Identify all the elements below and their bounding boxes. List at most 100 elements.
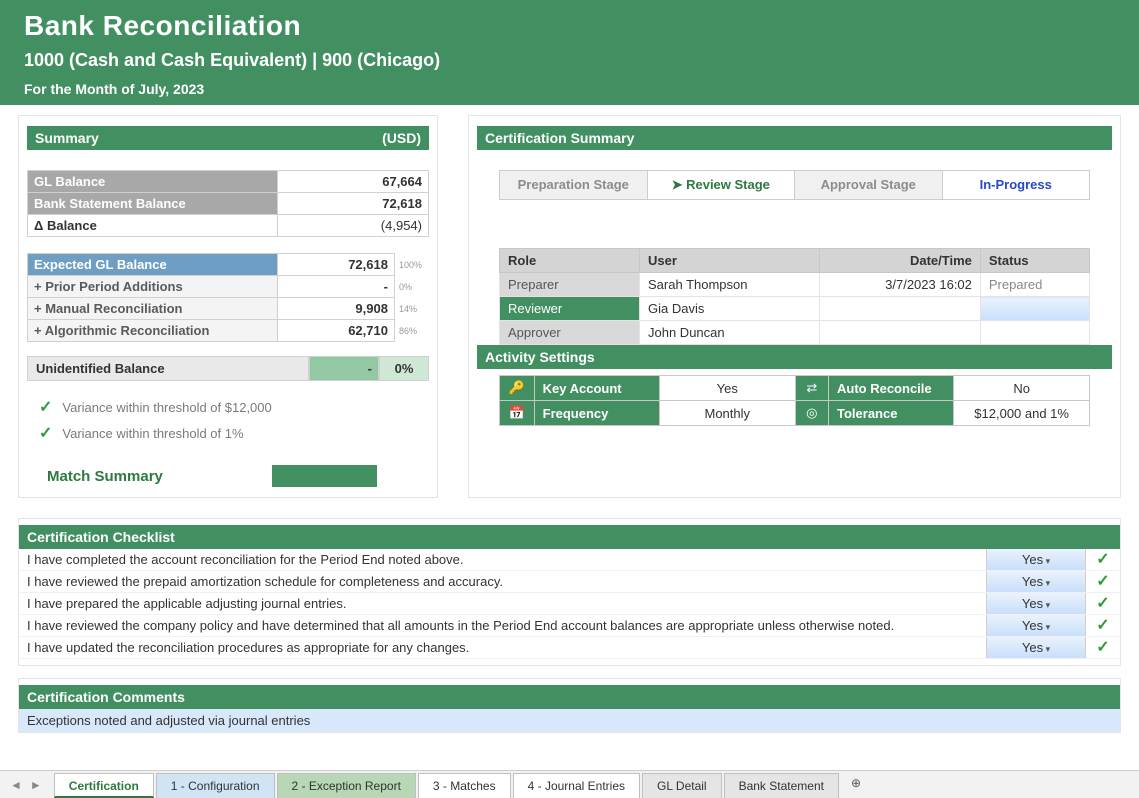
auto-reconcile-value: No <box>954 376 1090 401</box>
cert-summary-heading-text: Certification Summary <box>485 130 634 146</box>
status-approver <box>980 321 1089 345</box>
checklist-row: I have updated the reconciliation proced… <box>19 637 1120 659</box>
delta-label: Δ Balance <box>28 215 278 237</box>
summary-currency: (USD) <box>382 130 421 146</box>
comments-heading: Certification Comments <box>19 685 1120 709</box>
stage-preparation[interactable]: Preparation Stage <box>500 171 648 199</box>
checklist-select-3[interactable]: Yes <box>986 615 1086 636</box>
checklist-panel: Certification Checklist I have completed… <box>18 518 1121 666</box>
cert-summary-heading: Certification Summary <box>477 126 1112 150</box>
summary-panel: Summary (USD) GL Balance 67,664 Bank Sta… <box>18 115 438 498</box>
checklist-row: I have prepared the applicable adjusting… <box>19 593 1120 615</box>
checklist-item-1: I have reviewed the prepaid amortization… <box>19 571 986 592</box>
key-account-label: Key Account <box>534 376 659 401</box>
tolerance-value: $12,000 and 1% <box>954 401 1090 426</box>
stage-review[interactable]: ➤ Review Stage <box>648 171 796 199</box>
expected-label: Expected GL Balance <box>28 254 278 276</box>
role-row-preparer: Preparer Sarah Thompson 3/7/2023 16:02 P… <box>500 273 1090 297</box>
status-reviewer[interactable] <box>980 297 1089 321</box>
summary-heading: Summary (USD) <box>27 126 429 150</box>
match-summary-label[interactable]: Match Summary <box>47 468 272 485</box>
checklist-heading-text: Certification Checklist <box>27 529 175 545</box>
comments-heading-text: Certification Comments <box>27 689 185 705</box>
prior-value: - <box>278 276 395 298</box>
algo-value: 62,710 <box>278 320 395 342</box>
tab-nav-prev-icon[interactable]: ◄ <box>6 778 26 792</box>
summary-heading-text: Summary <box>35 130 99 146</box>
user-preparer: Sarah Thompson <box>640 273 820 297</box>
check-icon: ✓ <box>39 423 52 443</box>
stage-row: Preparation Stage ➤ Review Stage Approva… <box>499 170 1090 200</box>
stage-approval[interactable]: Approval Stage <box>795 171 943 199</box>
activity-heading: Activity Settings <box>477 345 1112 369</box>
tab-nav: ◄ ► <box>0 771 52 798</box>
user-reviewer: Gia Davis <box>640 297 820 321</box>
delta-value: (4,954) <box>278 215 429 237</box>
variance-1: Variance within threshold of $12,000 <box>62 400 271 415</box>
tab-journal-entries[interactable]: 4 - Journal Entries <box>513 773 640 798</box>
role-row-approver: Approver John Duncan <box>500 321 1090 345</box>
checklist-select-0[interactable]: Yes <box>986 549 1086 570</box>
page-subtitle: 1000 (Cash and Cash Equivalent) | 900 (C… <box>24 50 1115 71</box>
unidentified-value: - <box>309 356 379 381</box>
checklist-item-4: I have updated the reconciliation proced… <box>19 637 986 658</box>
expected-value: 72,618 <box>278 254 395 276</box>
bank-stmt-label: Bank Statement Balance <box>28 193 278 215</box>
algo-pct: 86% <box>394 320 428 342</box>
page-title: Bank Reconciliation <box>24 10 1115 42</box>
role-preparer: Preparer <box>500 273 640 297</box>
col-role: Role <box>500 249 640 273</box>
col-datetime: Date/Time <box>820 249 981 273</box>
auto-reconcile-label: Auto Reconcile <box>829 376 954 401</box>
tab-matches[interactable]: 3 - Matches <box>418 773 511 798</box>
sheet-tabstrip: ◄ ► Certification 1 - Configuration 2 - … <box>0 770 1139 798</box>
tab-gl-detail[interactable]: GL Detail <box>642 773 722 798</box>
checklist-item-3: I have reviewed the company policy and h… <box>19 615 986 636</box>
checklist-select-1[interactable]: Yes <box>986 571 1086 592</box>
role-row-reviewer: Reviewer Gia Davis <box>500 297 1090 321</box>
tab-exception-report[interactable]: 2 - Exception Report <box>277 773 416 798</box>
check-icon: ✓ <box>39 397 52 417</box>
balance-table: GL Balance 67,664 Bank Statement Balance… <box>27 170 429 237</box>
page-period: For the Month of July, 2023 <box>24 81 1115 97</box>
stage-status: In-Progress <box>943 171 1090 199</box>
auto-reconcile-icon: ⇄ <box>795 376 828 401</box>
arrow-icon: ➤ <box>672 177 687 192</box>
datetime-preparer: 3/7/2023 16:02 <box>820 273 981 297</box>
manual-value: 9,908 <box>278 298 395 320</box>
tolerance-label: Tolerance <box>829 401 954 426</box>
checklist-row: I have reviewed the company policy and h… <box>19 615 1120 637</box>
tab-bank-statement[interactable]: Bank Statement <box>724 773 839 798</box>
comments-body[interactable]: Exceptions noted and adjusted via journa… <box>19 709 1120 732</box>
datetime-reviewer <box>820 297 981 321</box>
checklist-heading: Certification Checklist <box>19 525 1120 549</box>
variance-2: Variance within threshold of 1% <box>62 426 243 441</box>
check-icon: ✓ <box>1086 593 1120 614</box>
tab-configuration[interactable]: 1 - Configuration <box>156 773 275 798</box>
checklist-select-2[interactable]: Yes <box>986 593 1086 614</box>
tab-add-icon[interactable]: ⊕ <box>839 771 873 798</box>
variance-list: ✓ Variance within threshold of $12,000 ✓… <box>39 397 429 443</box>
datetime-approver <box>820 321 981 345</box>
user-approver: John Duncan <box>640 321 820 345</box>
match-summary-bar <box>272 465 377 487</box>
cert-summary-panel: Certification Summary Preparation Stage … <box>468 115 1121 498</box>
checklist-select-4[interactable]: Yes <box>986 637 1086 658</box>
algo-label: + Algorithmic Reconciliation <box>28 320 278 342</box>
role-reviewer: Reviewer <box>500 297 640 321</box>
tab-certification[interactable]: Certification <box>54 773 154 798</box>
gl-balance-value: 67,664 <box>278 171 429 193</box>
checklist-row: I have reviewed the prepaid amortization… <box>19 571 1120 593</box>
checklist-row: I have completed the account reconciliat… <box>19 549 1120 571</box>
role-table: Role User Date/Time Status Preparer Sara… <box>499 248 1090 345</box>
unidentified-label: Unidentified Balance <box>27 356 309 381</box>
tab-nav-next-icon[interactable]: ► <box>26 778 46 792</box>
manual-label: + Manual Reconciliation <box>28 298 278 320</box>
frequency-label: Frequency <box>534 401 659 426</box>
status-preparer: Prepared <box>980 273 1089 297</box>
page-header: Bank Reconciliation 1000 (Cash and Cash … <box>0 0 1139 105</box>
key-account-value: Yes <box>659 376 795 401</box>
prior-label: + Prior Period Additions <box>28 276 278 298</box>
prior-pct: 0% <box>394 276 428 298</box>
calendar-icon: 📅 <box>500 401 535 426</box>
